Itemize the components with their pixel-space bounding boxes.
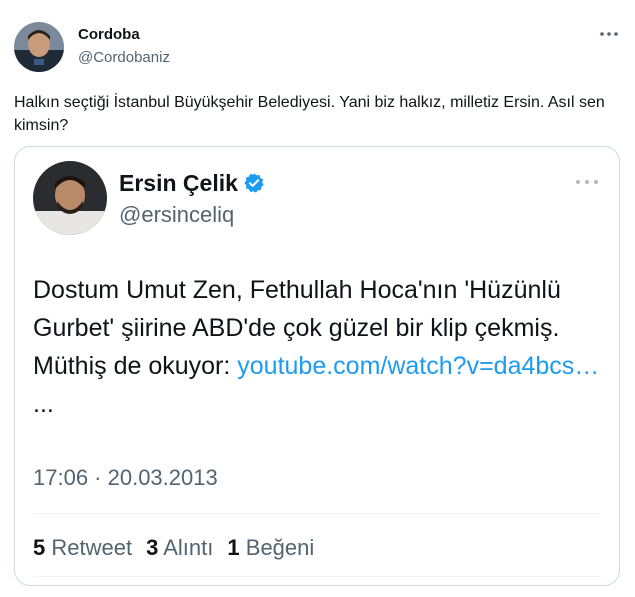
- author-name[interactable]: Cordoba: [78, 26, 140, 43]
- quoted-name-row: Ersin Çelik: [119, 169, 265, 197]
- divider: [33, 513, 601, 514]
- quoted-author-name[interactable]: Ersin Çelik: [119, 170, 238, 197]
- quoted-ellipsis: ...: [33, 390, 54, 418]
- likes-label: Beğeni: [245, 535, 315, 560]
- retweets-label: Retweet: [51, 535, 133, 560]
- likes-count: 1: [227, 535, 240, 560]
- divider: [33, 576, 601, 577]
- more-horizontal-icon[interactable]: [573, 172, 601, 192]
- likes-stat[interactable]: 1 Beğeni: [227, 535, 314, 561]
- outer-tweet-header: Cordoba @Cordobaniz: [14, 22, 622, 74]
- quotes-count: 3: [146, 535, 159, 560]
- quotes-label: Alıntı: [163, 535, 214, 560]
- quoted-tweet-card[interactable]: Ersin Çelik @ersinceliq Dostum Umut Zen,…: [14, 146, 620, 586]
- quoted-author-handle[interactable]: @ersinceliq: [119, 202, 234, 228]
- avatar[interactable]: [14, 22, 64, 72]
- verified-badge-icon: [243, 172, 265, 194]
- retweets-stat[interactable]: 5 Retweet: [33, 535, 132, 561]
- engagement-stats: 5 Retweet 3 Alıntı 1 Beğeni: [33, 535, 314, 561]
- quoted-avatar[interactable]: [33, 161, 107, 235]
- retweets-count: 5: [33, 535, 46, 560]
- avatar-image: [14, 22, 64, 72]
- quotes-stat[interactable]: 3 Alıntı: [146, 535, 213, 561]
- quoted-avatar-image: [33, 161, 107, 235]
- author-handle[interactable]: @Cordobaniz: [78, 49, 170, 66]
- tweet-timestamp[interactable]: 17:06 · 20.03.2013: [33, 465, 218, 491]
- quoted-link[interactable]: youtube.com/watch?v=da4bcs…: [237, 352, 599, 380]
- tweet-text: Halkın seçtiği İstanbul Büyükşehir Beled…: [14, 94, 605, 134]
- more-horizontal-icon[interactable]: [598, 24, 620, 44]
- quoted-tweet-text: Dostum Umut Zen, Fethullah Hoca'nın 'Hüz…: [33, 271, 605, 423]
